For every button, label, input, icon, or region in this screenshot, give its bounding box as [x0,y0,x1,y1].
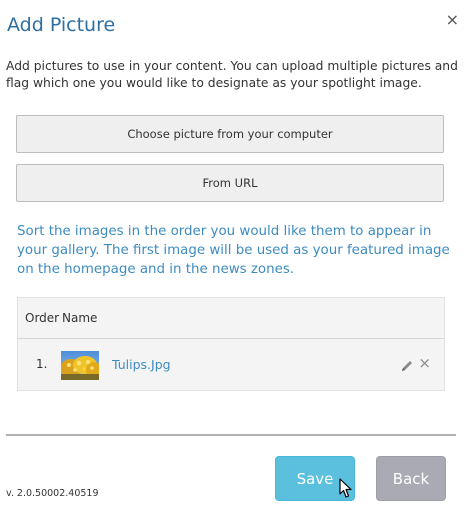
image-thumbnail [61,351,99,380]
dialog-title: Add Picture [7,14,116,36]
pencil-icon[interactable] [400,358,414,372]
order-column-header: Order [25,311,60,325]
footer-divider [6,434,456,436]
version-label: v. 2.0.50002.40519 [6,488,99,499]
table-row[interactable]: 1. Tulips.Jpg × [18,339,444,391]
remove-icon[interactable]: × [418,354,431,372]
mouse-cursor-icon [339,478,352,498]
sort-instructions: Sort the images in the order you would l… [17,224,450,277]
table-header: Order Name [18,298,444,339]
from-url-button[interactable]: From URL [16,164,444,202]
intro-text: Add pictures to use in your content. You… [6,59,458,90]
row-order: 1. [36,357,48,371]
choose-picture-button[interactable]: Choose picture from your computer [16,115,444,153]
back-button[interactable]: Back [376,456,446,501]
close-icon[interactable]: × [446,10,459,29]
name-column-header: Name [62,311,98,325]
images-table: Order Name 1. Tulips.Jpg × [17,297,445,391]
image-filename-link[interactable]: Tulips.Jpg [112,357,171,372]
